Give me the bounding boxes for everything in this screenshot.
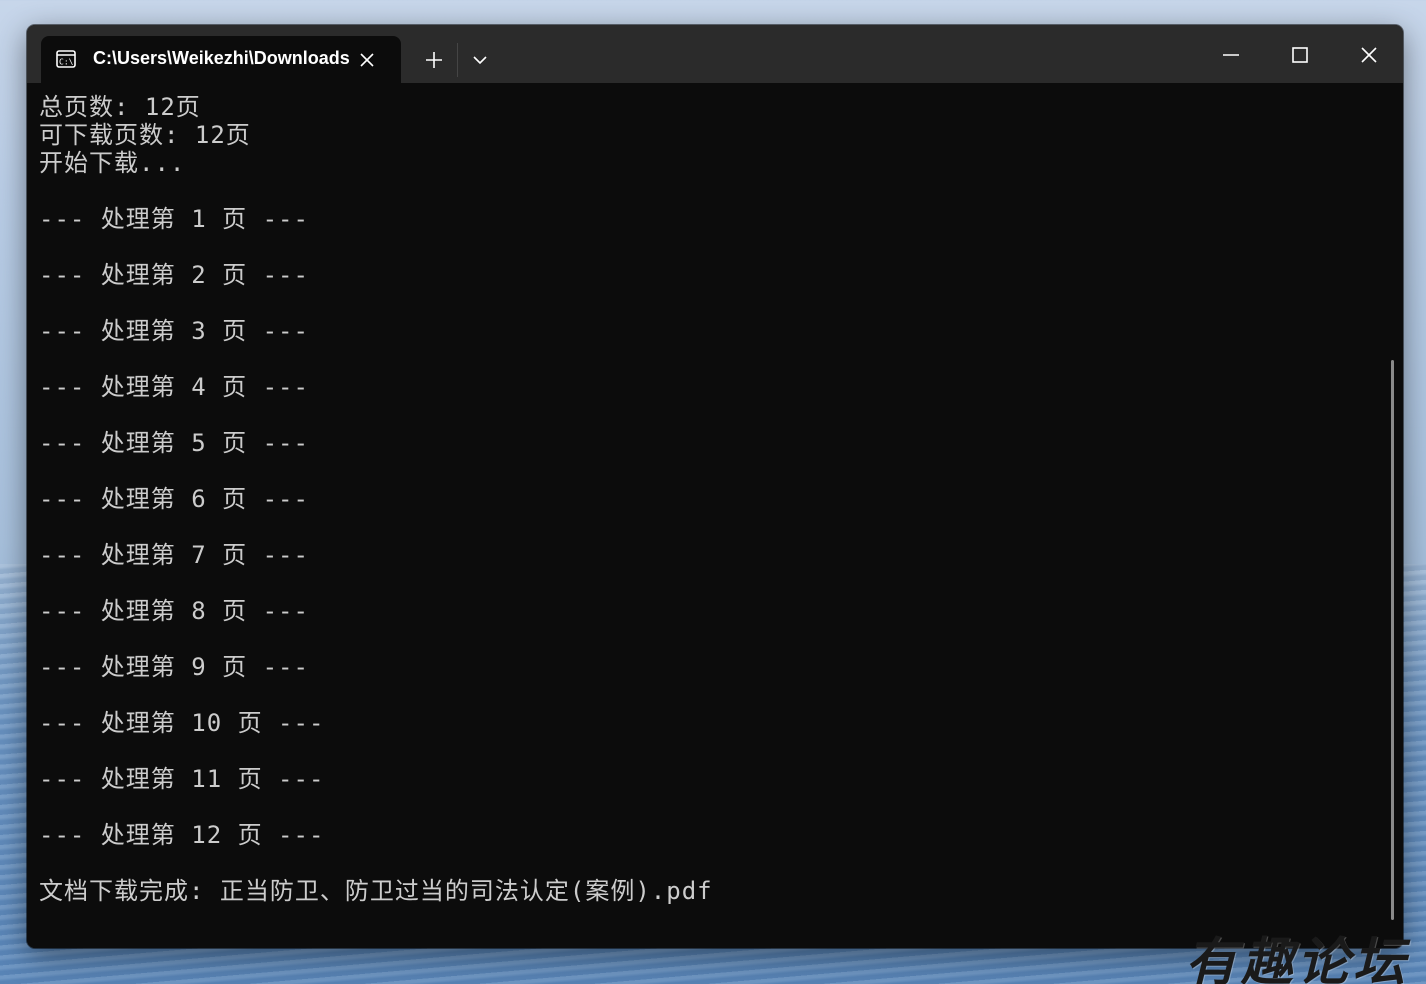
- console-line: --- 处理第 4 页 ---: [39, 373, 309, 401]
- close-tab-icon[interactable]: [357, 50, 377, 70]
- tab-separator: [457, 43, 458, 77]
- scrollbar[interactable]: [1391, 360, 1394, 920]
- cmd-icon: C:\: [56, 50, 76, 68]
- console-line: --- 处理第 8 页 ---: [39, 597, 309, 625]
- console-output[interactable]: 总页数: 12页 可下载页数: 12页 开始下载... --- 处理第 1 页 …: [27, 83, 1403, 948]
- watermark-text: 有趣论坛: [1185, 932, 1410, 984]
- console-line: --- 处理第 2 页 ---: [39, 261, 309, 289]
- console-line: --- 处理第 1 页 ---: [39, 205, 309, 233]
- maximize-icon[interactable]: [1285, 40, 1315, 70]
- console-line: --- 处理第 6 页 ---: [39, 485, 309, 513]
- console-line: 可下载页数: 12页: [39, 121, 251, 149]
- title-bar[interactable]: C:\ C:\Users\Weikezhi\Downloads: [27, 25, 1403, 83]
- terminal-window: C:\ C:\Users\Weikezhi\Downloads 总页数: 12页…: [27, 25, 1403, 948]
- svg-text:C:\: C:\: [59, 58, 74, 67]
- console-line: 文档下载完成: 正当防卫、防卫过当的司法认定(案例).pdf: [39, 877, 713, 905]
- console-line: --- 处理第 12 页 ---: [39, 821, 325, 849]
- console-line: --- 处理第 11 页 ---: [39, 765, 325, 793]
- minimize-icon[interactable]: [1216, 40, 1246, 70]
- tab-title: C:\Users\Weikezhi\Downloads: [93, 48, 350, 68]
- console-line: 开始下载...: [39, 149, 186, 177]
- tab-downloads[interactable]: C:\ C:\Users\Weikezhi\Downloads: [41, 36, 401, 83]
- console-line: --- 处理第 5 页 ---: [39, 429, 309, 457]
- console-line: --- 处理第 10 页 ---: [39, 709, 325, 737]
- console-line: --- 处理第 9 页 ---: [39, 653, 309, 681]
- close-icon[interactable]: [1354, 40, 1384, 70]
- console-line: --- 处理第 7 页 ---: [39, 541, 309, 569]
- chevron-down-icon[interactable]: [469, 49, 491, 71]
- console-line: 总页数: 12页: [39, 93, 201, 121]
- console-line: --- 处理第 3 页 ---: [39, 317, 309, 345]
- plus-icon[interactable]: [421, 47, 447, 73]
